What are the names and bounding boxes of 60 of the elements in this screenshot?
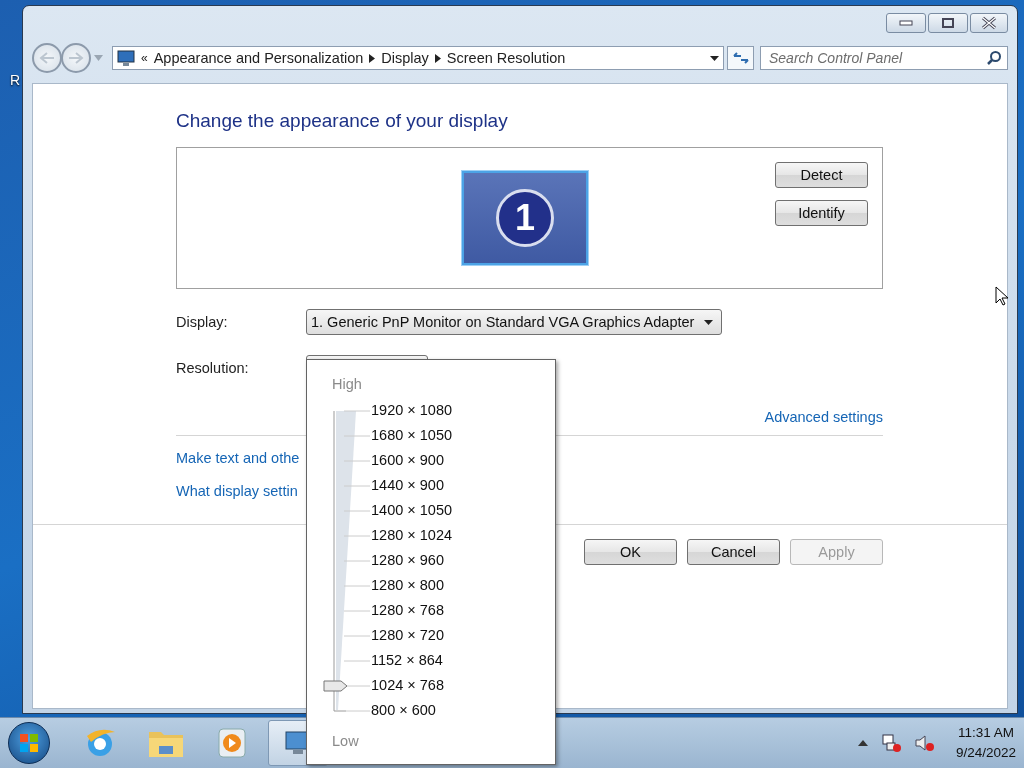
monitor-thumbnail[interactable]: 1 [462,171,588,265]
resolution-option[interactable]: 1400 × 1050 [371,498,453,523]
resolution-option[interactable]: 1600 × 900 [371,448,453,473]
field-label: Display: [176,314,229,330]
arrow-up-icon[interactable] [857,740,868,746]
cancel-button[interactable]: Cancel [687,539,780,565]
resolution-option[interactable]: 1680 × 1050 [371,423,453,448]
search-field[interactable]: Search Control Panel [760,46,1008,70]
detect-button[interactable]: Detect [775,162,868,188]
arrow-right-icon [434,53,441,63]
clock[interactable]: 11:31 AM 9/24/2022 [955,723,1016,763]
resolution-option[interactable]: 1280 × 1024 [371,523,453,548]
identify-button[interactable]: Identify [775,200,868,226]
breadcrumb[interactable]: Appearance and Personalization [153,50,364,66]
help-link[interactable]: Make text and othe [176,450,300,466]
refresh-button[interactable] [727,46,754,70]
windows-logo [19,733,39,753]
breadcrumb[interactable]: Screen Resolution [446,50,566,66]
ok-button[interactable]: OK [584,539,677,565]
help-link[interactable]: What display settin [176,483,298,499]
arrow-right-icon [68,51,84,65]
resolution-option[interactable]: 1280 × 768 [371,598,453,623]
resolution-option[interactable]: 1920 × 1080 [371,398,453,423]
speaker-muted-icon[interactable] [913,733,936,753]
field-label: Resolution: [176,360,250,376]
maximize-icon [941,17,955,29]
close-icon [981,16,997,30]
resolution-option[interactable]: 1280 × 800 [371,573,453,598]
caret-icon[interactable] [710,55,719,61]
resolution-option[interactable]: 800 × 600 [371,698,453,723]
arrow-left-icon [39,51,55,65]
refresh-icon [731,51,750,65]
advanced-settings-link[interactable]: Advanced settings [764,409,883,425]
resolution-option[interactable]: 1440 × 900 [371,473,453,498]
network-error-icon[interactable] [879,733,902,753]
breadcrumb[interactable]: Display [381,50,429,66]
caret-icon [704,319,714,325]
arrow-right-icon [369,53,376,63]
resolution-option[interactable]: 1152 × 864 [371,648,453,673]
resolution-option[interactable]: 1280 × 720 [371,623,453,648]
monitor-number: 1 [496,189,554,247]
close-button[interactable] [970,13,1008,33]
resolution-option[interactable]: 1024 × 768 [371,673,453,698]
minimize-icon [899,20,913,26]
forward-button[interactable] [61,43,91,73]
slider-thumb[interactable] [323,680,349,692]
start-button[interactable] [8,722,50,764]
address-bar[interactable]: « Appearance and Personalization Display Screen Resolution [112,46,724,70]
high-label: High [332,376,363,392]
low-label: Low [332,733,360,749]
play-icon [216,726,248,760]
monitor-icon [117,49,135,67]
display-dropdown[interactable]: 1. Generic PnP Monitor on Standard VGA Graphics Adapter [306,309,723,335]
search-icon[interactable] [986,50,1002,66]
page-heading: Change the appearance of your display [176,110,509,132]
maximize-button[interactable] [928,13,968,33]
resolution-option[interactable]: 1280 × 960 [371,548,453,573]
desktop-icon-label: R [10,72,21,88]
back-button[interactable] [32,43,62,73]
overflow-chevron[interactable]: « [141,51,148,65]
